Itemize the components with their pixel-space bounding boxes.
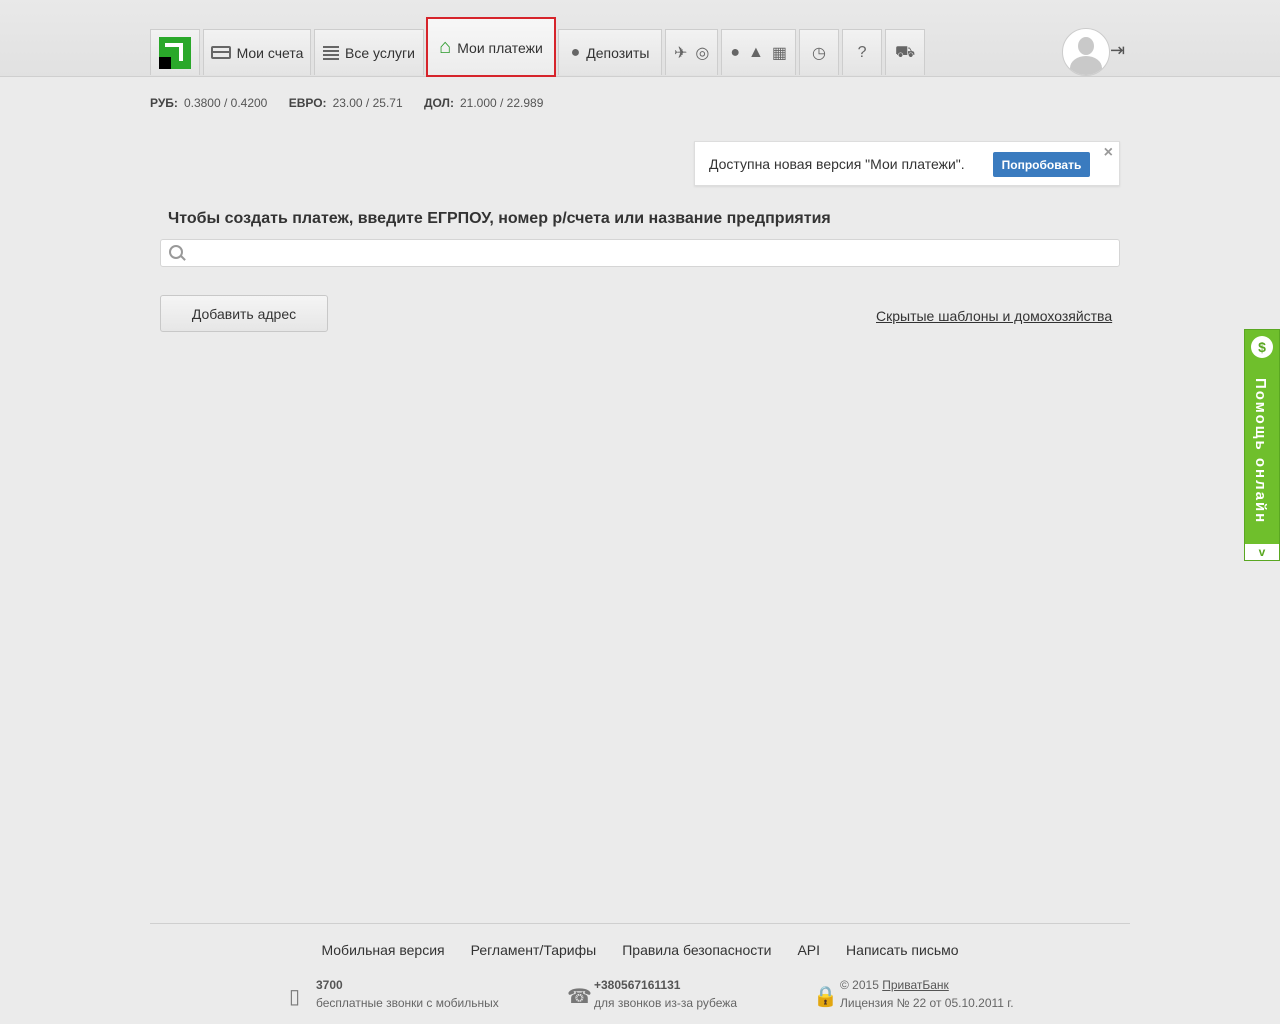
tab-label: Мои счета xyxy=(236,44,304,61)
payment-search xyxy=(160,239,1120,268)
tab-cart[interactable]: ⛟ xyxy=(885,29,926,75)
dollar-chat-icon: $ xyxy=(1251,336,1273,358)
chevron-down-icon: v xyxy=(1245,544,1279,560)
create-payment-prompt: Чтобы создать платеж, введите ЕГРПОУ, но… xyxy=(168,210,831,227)
tab-label: Мои платежи xyxy=(457,39,543,56)
tab-travel[interactable]: ✈ ◎ xyxy=(665,29,719,75)
online-help-tab[interactable]: $ Помощь онлайн v xyxy=(1244,329,1280,561)
phone-desc: бесплатные звонки с мобильных xyxy=(316,996,499,1010)
cart-icon: ⛟ xyxy=(894,43,916,61)
footer-link-api[interactable]: API xyxy=(797,942,820,958)
piggy-bank-icon: ● xyxy=(570,43,581,61)
new-version-banner: Доступна новая версия "Мои платежи". Поп… xyxy=(694,141,1120,186)
eur-value: 23.00 / 25.71 xyxy=(332,96,403,110)
logout-icon[interactable]: ⇥ xyxy=(1110,40,1125,61)
tab-history[interactable]: ◷ xyxy=(799,29,840,75)
tab-label: Депозиты xyxy=(586,44,650,61)
main-nav: Мои счета Все услуги ⌂ Мои платежи ● Деп… xyxy=(150,17,928,77)
rub-label: РУБ: xyxy=(150,96,178,110)
home-logo-button[interactable] xyxy=(150,29,200,75)
footer-divider xyxy=(150,923,1130,924)
rub-value: 0.3800 / 0.4200 xyxy=(183,96,268,110)
phone-number: 3700 xyxy=(316,978,343,992)
hidden-templates-link[interactable]: Скрытые шаблоны и домохозяйства xyxy=(876,308,1112,324)
eur-label: ЕВРО: xyxy=(288,96,327,110)
tab-deposits[interactable]: ● Депозиты xyxy=(558,29,662,75)
footer-link-security[interactable]: Правила безопасности xyxy=(622,942,771,958)
copyright-year: © 2015 xyxy=(840,978,879,992)
footer-phone-abroad: ☎ +380567161131 для звонков из-за рубежа xyxy=(567,978,738,1010)
avatar[interactable] xyxy=(1062,28,1110,76)
list-icon xyxy=(323,45,340,60)
android-icon: ▲ xyxy=(748,43,764,61)
phone-desc: для звонков из-за рубежа xyxy=(594,996,738,1010)
clock-icon: ◷ xyxy=(812,44,826,62)
footer-phone-mobile: ▯ 3700 бесплатные звонки с мобильных xyxy=(289,978,499,1010)
train-plane-icon: ✈ xyxy=(674,44,688,62)
windows-icon: ▦ xyxy=(771,44,788,62)
footer-copyright: 🔒 © 2015 ПриватБанк Лицензия № 22 от 05.… xyxy=(813,978,1014,1010)
close-icon[interactable]: × xyxy=(1104,144,1113,162)
exchange-rates: РУБ: 0.3800 / 0.4200 ЕВРО: 23.00 / 25.71 Д… xyxy=(150,96,561,110)
apple-icon: ● xyxy=(730,43,741,61)
tab-label: Все услуги xyxy=(345,44,415,61)
search-icon xyxy=(169,245,183,259)
telephone-icon: ☎ xyxy=(567,986,592,1008)
question-icon: ? xyxy=(857,43,867,61)
help-label: Помощь онлайн xyxy=(1252,378,1269,525)
top-bar: Мои счета Все услуги ⌂ Мои платежи ● Деп… xyxy=(0,0,1280,77)
card-icon xyxy=(210,46,231,59)
footer-links: Мобильная версия Регламент/Тарифы Правил… xyxy=(0,942,1280,958)
usd-label: ДОЛ: xyxy=(423,96,454,110)
tab-help[interactable]: ? xyxy=(842,29,883,75)
phone-number: +380567161131 xyxy=(594,978,681,992)
bank-link[interactable]: ПриватБанк xyxy=(882,978,949,992)
tab-my-payments[interactable]: ⌂ Мои платежи xyxy=(426,17,556,77)
usd-value: 21.000 / 22.989 xyxy=(459,96,544,110)
lock-icon: 🔒 xyxy=(813,986,838,1008)
mobile-phone-icon: ▯ xyxy=(289,986,301,1008)
tab-all-services[interactable]: Все услуги xyxy=(314,29,424,75)
house-icon: ⌂ xyxy=(439,36,452,58)
privatbank-logo xyxy=(159,36,191,69)
footer-link-write[interactable]: Написать письмо xyxy=(846,942,958,958)
try-button[interactable]: Попробовать xyxy=(993,152,1090,177)
footer-link-tariffs[interactable]: Регламент/Тарифы xyxy=(471,942,597,958)
footer-link-mobile[interactable]: Мобильная версия xyxy=(321,942,444,958)
search-input[interactable] xyxy=(187,240,1116,268)
license-text: Лицензия № 22 от 05.10.2011 г. xyxy=(840,996,1014,1010)
promo-text: Доступна новая версия "Мои платежи". xyxy=(709,155,965,172)
add-address-button[interactable]: Добавить адрес xyxy=(160,295,328,332)
tab-my-accounts[interactable]: Мои счета xyxy=(203,29,311,75)
tab-mobile-apps[interactable]: ● ▲ ▦ xyxy=(721,29,797,75)
globe-icon: ◎ xyxy=(695,44,710,62)
